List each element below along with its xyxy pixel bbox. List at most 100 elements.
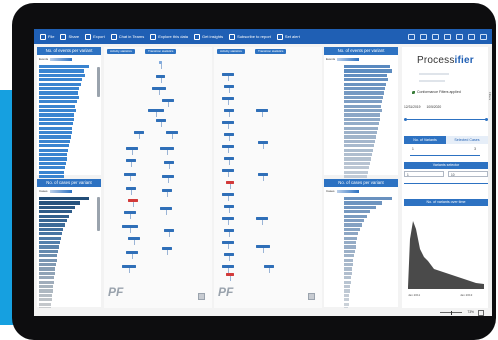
variant-bar[interactable] — [344, 276, 352, 280]
activity-node[interactable] — [160, 147, 174, 150]
variants-to-input[interactable]: 10 — [448, 171, 488, 177]
activity-node[interactable] — [126, 147, 138, 150]
ribbon-chat-in-teams[interactable]: Chat in Teams — [110, 33, 144, 40]
ribbon-get-insights[interactable]: Get insights — [194, 33, 223, 40]
variant-bar[interactable] — [39, 170, 64, 174]
undo-icon[interactable] — [408, 33, 415, 40]
filters-pane-toggle[interactable]: Filters — [488, 47, 492, 309]
variant-bar[interactable] — [39, 241, 60, 245]
variant-bar[interactable] — [344, 249, 355, 253]
variant-bar[interactable] — [39, 82, 81, 86]
variant-bar[interactable] — [39, 122, 73, 126]
activity-node[interactable] — [224, 157, 234, 160]
scrollbar[interactable] — [97, 197, 100, 231]
variant-bar[interactable] — [344, 144, 374, 148]
variant-bar[interactable] — [344, 153, 372, 157]
zoom-handle[interactable] — [450, 310, 452, 315]
variant-bar[interactable] — [39, 271, 55, 275]
activity-node[interactable] — [162, 175, 174, 178]
variant-bar[interactable] — [39, 91, 78, 95]
variant-bar[interactable] — [39, 214, 69, 218]
variant-bar[interactable] — [39, 175, 64, 179]
variant-bar[interactable] — [39, 289, 53, 293]
ribbon-file[interactable]: File — [40, 33, 54, 40]
transition-statistics-chip[interactable]: Transition statistics — [145, 49, 177, 54]
variant-bar[interactable] — [39, 144, 69, 148]
variant-bar[interactable] — [344, 117, 380, 121]
activity-node[interactable] — [148, 109, 164, 112]
activity-node[interactable] — [226, 181, 234, 184]
activity-node[interactable] — [256, 217, 268, 220]
variant-bar[interactable] — [39, 104, 75, 108]
ribbon-explore-data[interactable]: Explore this data — [150, 33, 188, 40]
variant-bar[interactable] — [344, 271, 352, 275]
variant-bar[interactable] — [344, 302, 349, 306]
variant-bar[interactable] — [344, 201, 383, 205]
variant-bar[interactable] — [344, 280, 351, 284]
variant-bar[interactable] — [344, 82, 387, 86]
activity-node[interactable] — [156, 119, 166, 122]
variant-bar[interactable] — [39, 197, 89, 201]
variant-bar[interactable] — [39, 205, 75, 209]
variant-bar[interactable] — [39, 166, 65, 170]
activity-node[interactable] — [124, 211, 136, 214]
variant-bar[interactable] — [344, 166, 369, 170]
variant-bar[interactable] — [39, 298, 52, 302]
variant-bar[interactable] — [39, 219, 67, 223]
activity-node[interactable] — [256, 109, 268, 112]
variant-bar[interactable] — [39, 258, 57, 262]
activity-statistics-chip[interactable]: Activity statistics — [107, 49, 135, 54]
variant-bar[interactable] — [39, 245, 59, 249]
variant-bar[interactable] — [344, 126, 378, 130]
date-slider-start-handle[interactable] — [404, 118, 407, 121]
variant-bar[interactable] — [39, 280, 54, 284]
tab-selected-cases[interactable]: Selected Cases — [446, 136, 488, 144]
variant-bar[interactable] — [344, 214, 368, 218]
variant-bar[interactable] — [39, 223, 65, 227]
activity-node[interactable] — [222, 97, 234, 100]
variant-bar[interactable] — [344, 285, 351, 289]
variant-bar[interactable] — [39, 95, 79, 99]
transition-statistics-chip[interactable]: Transition statistics — [255, 49, 287, 54]
activity-node[interactable] — [224, 85, 234, 88]
variant-slider-track[interactable] — [410, 155, 480, 156]
variant-bar[interactable] — [344, 69, 392, 73]
star-icon[interactable] — [456, 33, 463, 40]
variant-bar[interactable] — [39, 153, 67, 157]
activity-node[interactable] — [222, 73, 234, 76]
variant-bar[interactable] — [344, 205, 376, 209]
activity-node[interactable] — [128, 199, 138, 202]
variant-bar[interactable] — [344, 210, 371, 214]
variant-bar[interactable] — [344, 87, 386, 91]
variant-bar[interactable] — [39, 131, 72, 135]
activity-node[interactable] — [162, 247, 172, 250]
activity-node[interactable] — [122, 265, 136, 268]
variant-bar[interactable] — [39, 148, 68, 152]
variant-bar[interactable] — [39, 201, 80, 205]
variants-from-input[interactable]: 1 — [404, 171, 444, 177]
variant-bar[interactable] — [39, 263, 56, 267]
variant-bar[interactable] — [39, 157, 67, 161]
edit-icon[interactable] — [468, 33, 475, 40]
activity-node[interactable] — [128, 237, 140, 240]
variant-bar[interactable] — [344, 236, 358, 240]
variant-bar[interactable] — [39, 249, 58, 253]
activity-node[interactable] — [134, 131, 144, 134]
variant-bar[interactable] — [344, 267, 353, 271]
variant-bar[interactable] — [344, 139, 375, 143]
variant-bar[interactable] — [39, 65, 89, 69]
more-icon[interactable] — [480, 33, 487, 40]
activity-node[interactable] — [222, 241, 234, 244]
activity-node[interactable] — [122, 225, 138, 228]
variant-bar[interactable] — [39, 236, 61, 240]
activity-node[interactable] — [164, 229, 174, 232]
variant-bar[interactable] — [344, 95, 384, 99]
activity-node[interactable] — [222, 193, 234, 196]
activity-node[interactable] — [126, 251, 138, 254]
activity-node[interactable] — [264, 265, 274, 268]
activity-node[interactable] — [162, 189, 172, 192]
activity-node[interactable] — [258, 141, 268, 144]
variant-bar[interactable] — [344, 122, 379, 126]
variant-bar[interactable] — [344, 197, 392, 201]
variant-bar[interactable] — [39, 109, 76, 113]
